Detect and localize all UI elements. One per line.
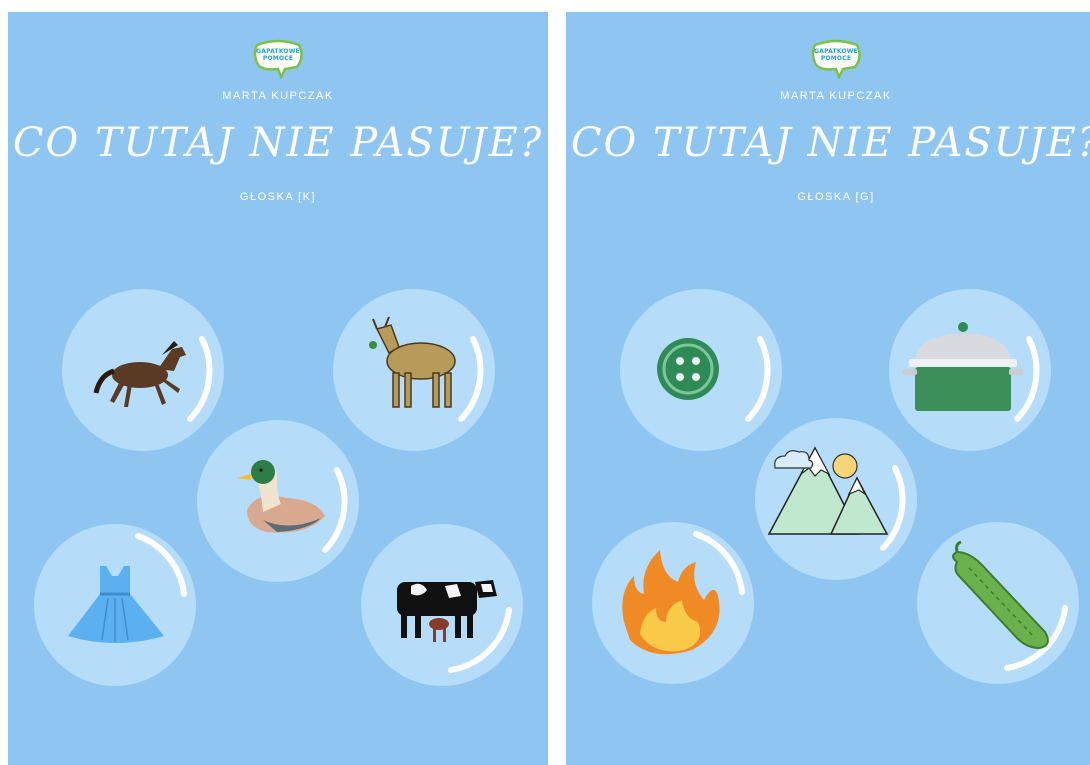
cow-icon [397, 580, 497, 642]
author-name: MARTA KUPCZAK [222, 90, 334, 102]
page-subtitle: GŁOSKA [G] [797, 191, 875, 203]
page-title: CO TUTAJ NIE PASUJE? [12, 120, 544, 166]
picture-bubble-cucumber[interactable] [917, 522, 1079, 684]
logo: GAPATKOWE POMOCE [251, 39, 305, 79]
picture-bubble-fire[interactable] [592, 522, 754, 684]
picture-bubble-cow[interactable] [361, 524, 523, 686]
logo-text-line1: GAPATKOWE [256, 48, 300, 55]
cucumber-icon [952, 540, 1049, 650]
dress-icon [68, 566, 164, 643]
mountains-icon [767, 446, 889, 535]
worksheet-page-g: GAPATKOWE POMOCE MARTA KUPCZAK CO TUTAJ … [566, 12, 1090, 765]
logo-text-line2: POMOCE [262, 55, 294, 62]
logo-text-line2: POMOCE [820, 55, 852, 62]
duck-icon [237, 460, 325, 533]
logo-text-line1: GAPATKOWE [814, 48, 858, 55]
author-name: MARTA KUPCZAK [780, 90, 892, 102]
picture-bubble-dress[interactable] [34, 524, 196, 686]
page-subtitle: GŁOSKA [K] [239, 191, 317, 203]
picture-bubble-mountains[interactable] [755, 418, 917, 580]
logo: GAPATKOWE POMOCE [809, 39, 863, 79]
picture-bubble-duck[interactable] [197, 420, 359, 582]
worksheet-page-k: GAPATKOWE POMOCE MARTA KUPCZAK CO TUTAJ … [8, 12, 548, 765]
fire-icon [622, 550, 720, 655]
page-title: CO TUTAJ NIE PASUJE? [570, 120, 1090, 166]
